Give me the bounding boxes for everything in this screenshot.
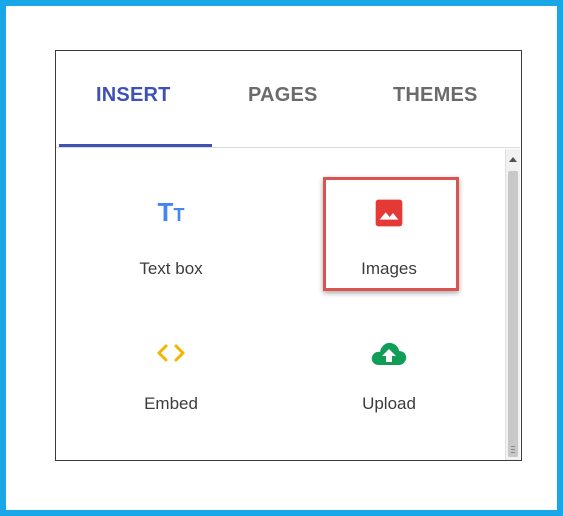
active-tab-indicator <box>59 144 212 147</box>
insert-items-grid: TT Text box Images Embed Upload <box>56 149 504 460</box>
upload-button[interactable]: Upload <box>314 334 464 454</box>
image-icon <box>373 197 405 234</box>
tab-insert[interactable]: INSERT <box>96 84 171 107</box>
upload-label: Upload <box>362 394 416 413</box>
text-box-button[interactable]: TT Text box <box>96 189 246 309</box>
text-box-glyph-small: T <box>173 205 185 225</box>
tab-themes[interactable]: THEMES <box>393 84 478 107</box>
insert-panel: INSERT PAGES THEMES TT Text box Images E… <box>55 50 522 461</box>
scroll-up-arrow-icon[interactable] <box>509 157 517 162</box>
embed-label: Embed <box>144 394 198 413</box>
images-label: Images <box>361 259 417 278</box>
images-button[interactable]: Images <box>314 189 464 309</box>
scroll-thumb[interactable] <box>508 171 518 457</box>
vertical-scrollbar[interactable] <box>505 149 520 460</box>
tab-bar: INSERT PAGES THEMES <box>56 51 520 148</box>
cloud-upload-icon <box>369 339 409 374</box>
embed-button[interactable]: Embed <box>96 334 246 454</box>
text-box-label: Text box <box>139 259 203 278</box>
text-box-icon: TT <box>158 199 185 228</box>
text-box-glyph-big: T <box>157 197 174 227</box>
embed-code-icon <box>153 341 189 370</box>
tab-pages[interactable]: PAGES <box>248 84 318 107</box>
scroll-grip-icon <box>511 446 515 453</box>
